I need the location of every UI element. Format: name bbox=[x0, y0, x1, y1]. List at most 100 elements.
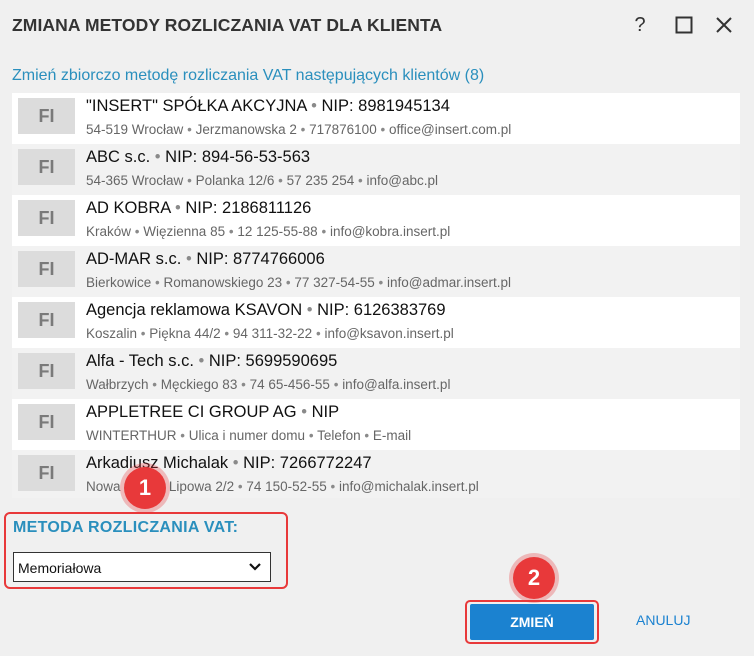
separator: • bbox=[278, 173, 283, 188]
maximize-icon bbox=[675, 16, 693, 34]
client-list[interactable]: FI "INSERT" SPÓŁKA AKCYJNA • NIP: 898194… bbox=[12, 93, 740, 498]
client-phone: 94 311-32-22 bbox=[232, 326, 313, 341]
separator: • bbox=[241, 377, 246, 392]
client-type-badge: FI bbox=[18, 149, 75, 185]
client-email: info@ksavon.insert.pl bbox=[324, 326, 454, 341]
client-details-line: Bierkowice • Romanowskiego 23 • 77 327-5… bbox=[86, 275, 511, 290]
client-name: Alfa - Tech s.c. bbox=[86, 352, 194, 370]
help-icon: ? bbox=[634, 13, 646, 36]
step-marker-1: 1 bbox=[124, 467, 166, 509]
client-name: Agencja reklamowa KSAVON bbox=[86, 301, 303, 319]
client-street: Romanowskiego 23 bbox=[163, 275, 283, 290]
separator: • bbox=[154, 148, 161, 166]
client-name-line: APPLETREE CI GROUP AG • NIP bbox=[86, 403, 339, 422]
separator: • bbox=[357, 173, 363, 188]
client-type-badge: FI bbox=[18, 200, 75, 236]
client-row[interactable]: FI AD-MAR s.c. • NIP: 8774766006 Bierkow… bbox=[12, 246, 740, 297]
client-street: Jerzmanowska 2 bbox=[195, 122, 297, 137]
separator: • bbox=[180, 428, 185, 443]
client-nip: NIP: 8981945134 bbox=[321, 97, 450, 115]
separator: • bbox=[155, 275, 160, 290]
client-row[interactable]: FI AD KOBRA • NIP: 2186811126 Kraków • W… bbox=[12, 195, 740, 246]
help-button[interactable]: ? bbox=[627, 12, 653, 38]
separator: • bbox=[174, 199, 181, 217]
client-phone: 12 125-55-88 bbox=[237, 224, 318, 239]
client-row[interactable]: FI ABC s.c. • NIP: 894-56-53-563 54-365 … bbox=[12, 144, 740, 195]
separator: • bbox=[306, 301, 313, 319]
client-city: WINTERTHUR bbox=[86, 428, 177, 443]
client-name-line: AD KOBRA • NIP: 2186811126 bbox=[86, 199, 311, 218]
separator: • bbox=[364, 428, 370, 443]
maximize-button[interactable] bbox=[671, 12, 697, 38]
client-city: 54-519 Wrocław bbox=[86, 122, 184, 137]
client-details-line: Wałbrzych • Męckiego 83 • 74 65-456-55 •… bbox=[86, 377, 450, 392]
client-email: info@kobra.insert.pl bbox=[329, 224, 451, 239]
separator: • bbox=[378, 275, 384, 290]
client-details-line: 54-365 Wrocław • Polanka 12/6 • 57 235 2… bbox=[86, 173, 438, 188]
client-row[interactable]: FI "INSERT" SPÓŁKA AKCYJNA • NIP: 898194… bbox=[12, 93, 740, 144]
client-name: AD KOBRA bbox=[86, 199, 171, 217]
title-bar: ZMIANA METODY ROZLICZANIA VAT DLA KLIENT… bbox=[0, 0, 754, 50]
close-icon bbox=[716, 17, 732, 33]
client-name-line: "INSERT" SPÓŁKA AKCYJNA • NIP: 898194513… bbox=[86, 97, 450, 116]
client-city: Wałbrzych bbox=[86, 377, 149, 392]
client-phone: 717876100 bbox=[309, 122, 377, 137]
client-phone: 74 65-456-55 bbox=[249, 377, 330, 392]
client-name-line: Alfa - Tech s.c. • NIP: 5699590695 bbox=[86, 352, 337, 371]
client-name: AD-MAR s.c. bbox=[86, 250, 182, 268]
client-nip: NIP: 7266772247 bbox=[243, 454, 372, 472]
client-type-badge: FI bbox=[18, 404, 75, 440]
vat-method-selected-value: Memoriałowa bbox=[18, 560, 102, 576]
separator: • bbox=[333, 377, 339, 392]
client-phone: 57 235 254 bbox=[286, 173, 355, 188]
client-phone: 74 150-52-55 bbox=[246, 479, 327, 494]
separator: • bbox=[300, 122, 306, 137]
client-street: Piękna 44/2 bbox=[149, 326, 221, 341]
client-street: Polanka 12/6 bbox=[195, 173, 275, 188]
separator: • bbox=[228, 224, 234, 239]
client-nip: NIP: 5699590695 bbox=[208, 352, 338, 370]
separator: • bbox=[232, 454, 239, 472]
separator: • bbox=[380, 122, 386, 137]
separator: • bbox=[311, 97, 317, 115]
close-button[interactable] bbox=[711, 12, 737, 38]
separator: • bbox=[134, 224, 140, 239]
client-email: E-mail bbox=[372, 428, 412, 443]
client-nip: NIP: 2186811126 bbox=[185, 199, 312, 217]
client-email: info@michalak.insert.pl bbox=[338, 479, 479, 494]
client-name-line: AD-MAR s.c. • NIP: 8774766006 bbox=[86, 250, 325, 269]
client-name: Arkadiusz Michalak bbox=[86, 454, 229, 472]
client-name-line: Agencja reklamowa KSAVON • NIP: 61263837… bbox=[86, 301, 446, 320]
dialog-subtitle: Zmień zbiorczo metodę rozliczania VAT na… bbox=[12, 67, 485, 84]
separator: • bbox=[315, 326, 321, 341]
client-street: Więzienna 85 bbox=[143, 224, 226, 239]
step-marker-2: 2 bbox=[513, 557, 555, 599]
cancel-button[interactable]: ANULUJ bbox=[636, 612, 690, 628]
client-name: APPLETREE CI GROUP AG bbox=[86, 403, 297, 421]
client-phone: 77 327-54-55 bbox=[294, 275, 375, 290]
client-row[interactable]: FI APPLETREE CI GROUP AG • NIP WINTERTHU… bbox=[12, 399, 740, 450]
client-street: Ulica i numer domu bbox=[188, 428, 306, 443]
client-city: 54-365 Wrocław bbox=[86, 173, 184, 188]
client-details-line: Kraków • Więzienna 85 • 12 125-55-88 • i… bbox=[86, 224, 450, 239]
separator: • bbox=[187, 173, 192, 188]
client-nip: NIP: 8774766006 bbox=[196, 250, 325, 268]
separator: • bbox=[152, 377, 158, 392]
separator: • bbox=[185, 250, 192, 268]
vat-method-select[interactable]: Memoriałowa bbox=[13, 552, 271, 582]
client-details-line: 54-519 Wrocław • Jerzmanowska 2 • 717876… bbox=[86, 122, 511, 137]
client-details-line: WINTERTHUR • Ulica i numer domu • Telefo… bbox=[86, 428, 411, 443]
separator: • bbox=[330, 479, 336, 494]
client-row[interactable]: FI Arkadiusz Michalak • NIP: 7266772247 … bbox=[12, 450, 740, 498]
client-type-badge: FI bbox=[18, 455, 75, 491]
client-type-badge: FI bbox=[18, 98, 75, 134]
client-nip: NIP: 894-56-53-563 bbox=[165, 148, 311, 166]
client-email: info@alfa.insert.pl bbox=[342, 377, 451, 392]
separator: • bbox=[285, 275, 291, 290]
separator: • bbox=[301, 403, 307, 421]
client-type-badge: FI bbox=[18, 302, 75, 338]
client-row[interactable]: FI Alfa - Tech s.c. • NIP: 5699590695 Wa… bbox=[12, 348, 740, 399]
change-button[interactable]: ZMIEŃ bbox=[470, 604, 594, 640]
client-phone: Telefon bbox=[317, 428, 361, 443]
client-row[interactable]: FI Agencja reklamowa KSAVON • NIP: 61263… bbox=[12, 297, 740, 348]
